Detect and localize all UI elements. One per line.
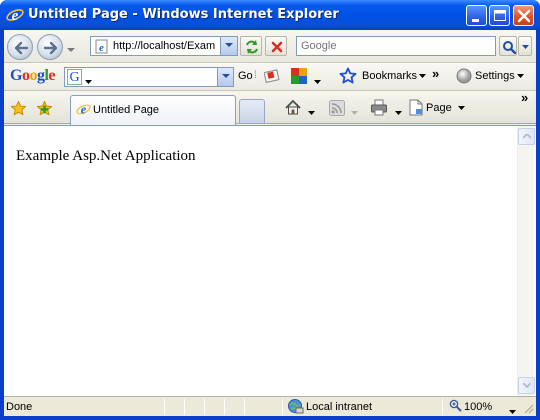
- home-icon[interactable]: [284, 99, 302, 119]
- chevron-down-icon[interactable]: [308, 106, 315, 118]
- ie-icon: e: [76, 102, 91, 120]
- chevron-down-icon[interactable]: [395, 106, 402, 118]
- close-button[interactable]: [513, 5, 534, 26]
- title-bar[interactable]: e Untitled Page - Windows Internet Explo…: [0, 0, 540, 30]
- navigation-bar: e http://localhost/Exam: [4, 30, 536, 63]
- status-divider: [442, 399, 443, 415]
- add-favorites-icon[interactable]: [36, 100, 53, 120]
- chevron-down-icon: [351, 106, 358, 118]
- commandbar-overflow-icon[interactable]: »: [521, 90, 528, 105]
- ie-icon: e: [6, 6, 24, 24]
- zoom-level[interactable]: 100%: [464, 401, 492, 413]
- maximize-button[interactable]: [489, 5, 510, 26]
- settings-icon[interactable]: [456, 68, 472, 87]
- chevron-down-icon: [225, 43, 233, 47]
- back-button[interactable]: [7, 34, 33, 60]
- local-intranet-icon: [287, 398, 304, 418]
- bookmarks-menu[interactable]: Bookmarks: [362, 70, 427, 82]
- search-icon: [503, 41, 516, 54]
- status-divider: [244, 399, 245, 415]
- zoom-dropdown[interactable]: [509, 405, 516, 417]
- chevron-down-icon: [522, 45, 529, 49]
- chevron-down-icon[interactable]: [314, 75, 321, 87]
- svg-text:e: e: [12, 8, 19, 24]
- ie-window: e Untitled Page - Windows Internet Explo…: [0, 0, 540, 420]
- status-divider: [282, 399, 283, 415]
- bookmarks-label: Bookmarks: [362, 70, 418, 82]
- page-icon[interactable]: [408, 99, 424, 119]
- google-go-button[interactable]: Go: [238, 70, 253, 82]
- new-tab-button[interactable]: [239, 99, 265, 123]
- tab-untitled-page[interactable]: e Untitled Page: [70, 95, 236, 125]
- forward-button[interactable]: [37, 34, 63, 60]
- settings-menu[interactable]: Settings: [475, 70, 524, 82]
- browser-frame: e http://localhost/Exam Google Google G …: [4, 30, 536, 416]
- tab-label: Untitled Page: [93, 104, 160, 116]
- google-g-icon[interactable]: G: [67, 69, 82, 85]
- bookmarks-star-icon[interactable]: [339, 67, 357, 88]
- address-bar[interactable]: e http://localhost/Exam: [90, 36, 238, 56]
- svg-text:e: e: [99, 42, 104, 54]
- address-url[interactable]: http://localhost/Exam: [113, 40, 217, 52]
- status-divider: [164, 399, 165, 415]
- window-title: Untitled Page - Windows Internet Explore…: [28, 7, 339, 22]
- status-divider: [184, 399, 185, 415]
- forward-icon: [43, 41, 58, 55]
- address-dropdown[interactable]: [220, 37, 237, 55]
- minimize-button[interactable]: [466, 5, 487, 26]
- resize-grip[interactable]: [522, 402, 534, 417]
- print-icon[interactable]: [370, 99, 388, 119]
- zoom-icon[interactable]: [449, 399, 462, 415]
- scroll-up-button[interactable]: [518, 128, 535, 145]
- favorites-star-icon[interactable]: [10, 100, 27, 120]
- page-content[interactable]: Example Asp.Net Application: [4, 125, 536, 397]
- news-icon[interactable]: [263, 68, 282, 87]
- search-box[interactable]: [296, 36, 496, 56]
- vertical-scrollbar[interactable]: [517, 126, 535, 397]
- stop-icon: [271, 41, 283, 53]
- tab-bar: e Untitled Page Page »: [4, 90, 536, 125]
- refresh-button[interactable]: [240, 36, 262, 56]
- search-button[interactable]: [499, 36, 517, 56]
- page-text: Example Asp.Net Application: [16, 148, 196, 164]
- stop-button[interactable]: [265, 36, 287, 56]
- toolbar-separator: ⁞: [254, 70, 257, 81]
- popup-blocker-icon[interactable]: [290, 67, 308, 88]
- page-label: Page: [426, 102, 452, 114]
- search-input[interactable]: [297, 37, 495, 55]
- toolbar-overflow-icon[interactable]: »: [432, 66, 439, 81]
- chevron-up-icon: [523, 134, 531, 139]
- google-logo[interactable]: Google: [10, 67, 55, 85]
- page-menu[interactable]: Page: [426, 102, 465, 114]
- security-zone[interactable]: Local intranet: [306, 401, 372, 413]
- status-text: Done: [6, 401, 33, 413]
- google-toolbar: Google G Go ⁞ Bookmarks » Settings: [4, 63, 536, 91]
- svg-text:e: e: [81, 103, 87, 117]
- chevron-down-icon[interactable]: [85, 75, 92, 87]
- chevron-down-icon: [509, 410, 516, 414]
- chevron-down-icon: [523, 383, 531, 388]
- recent-pages-dropdown[interactable]: [67, 44, 75, 56]
- back-icon: [14, 41, 29, 55]
- settings-label: Settings: [475, 70, 515, 82]
- page-icon: e: [94, 39, 110, 57]
- status-divider: [224, 399, 225, 415]
- chevron-down-icon: [222, 74, 230, 78]
- chevron-down-icon: [419, 74, 427, 79]
- scroll-down-button[interactable]: [518, 377, 535, 394]
- status-divider: [204, 399, 205, 415]
- chevron-down-icon: [516, 74, 524, 79]
- google-search-field[interactable]: G: [64, 67, 234, 87]
- status-bar: Done Local intranet 100%: [4, 396, 536, 416]
- chevron-down-icon: [457, 106, 465, 111]
- google-search-dropdown[interactable]: [217, 68, 233, 86]
- feeds-icon[interactable]: [329, 100, 345, 119]
- search-options-dropdown[interactable]: [518, 36, 532, 56]
- refresh-icon: [246, 40, 258, 54]
